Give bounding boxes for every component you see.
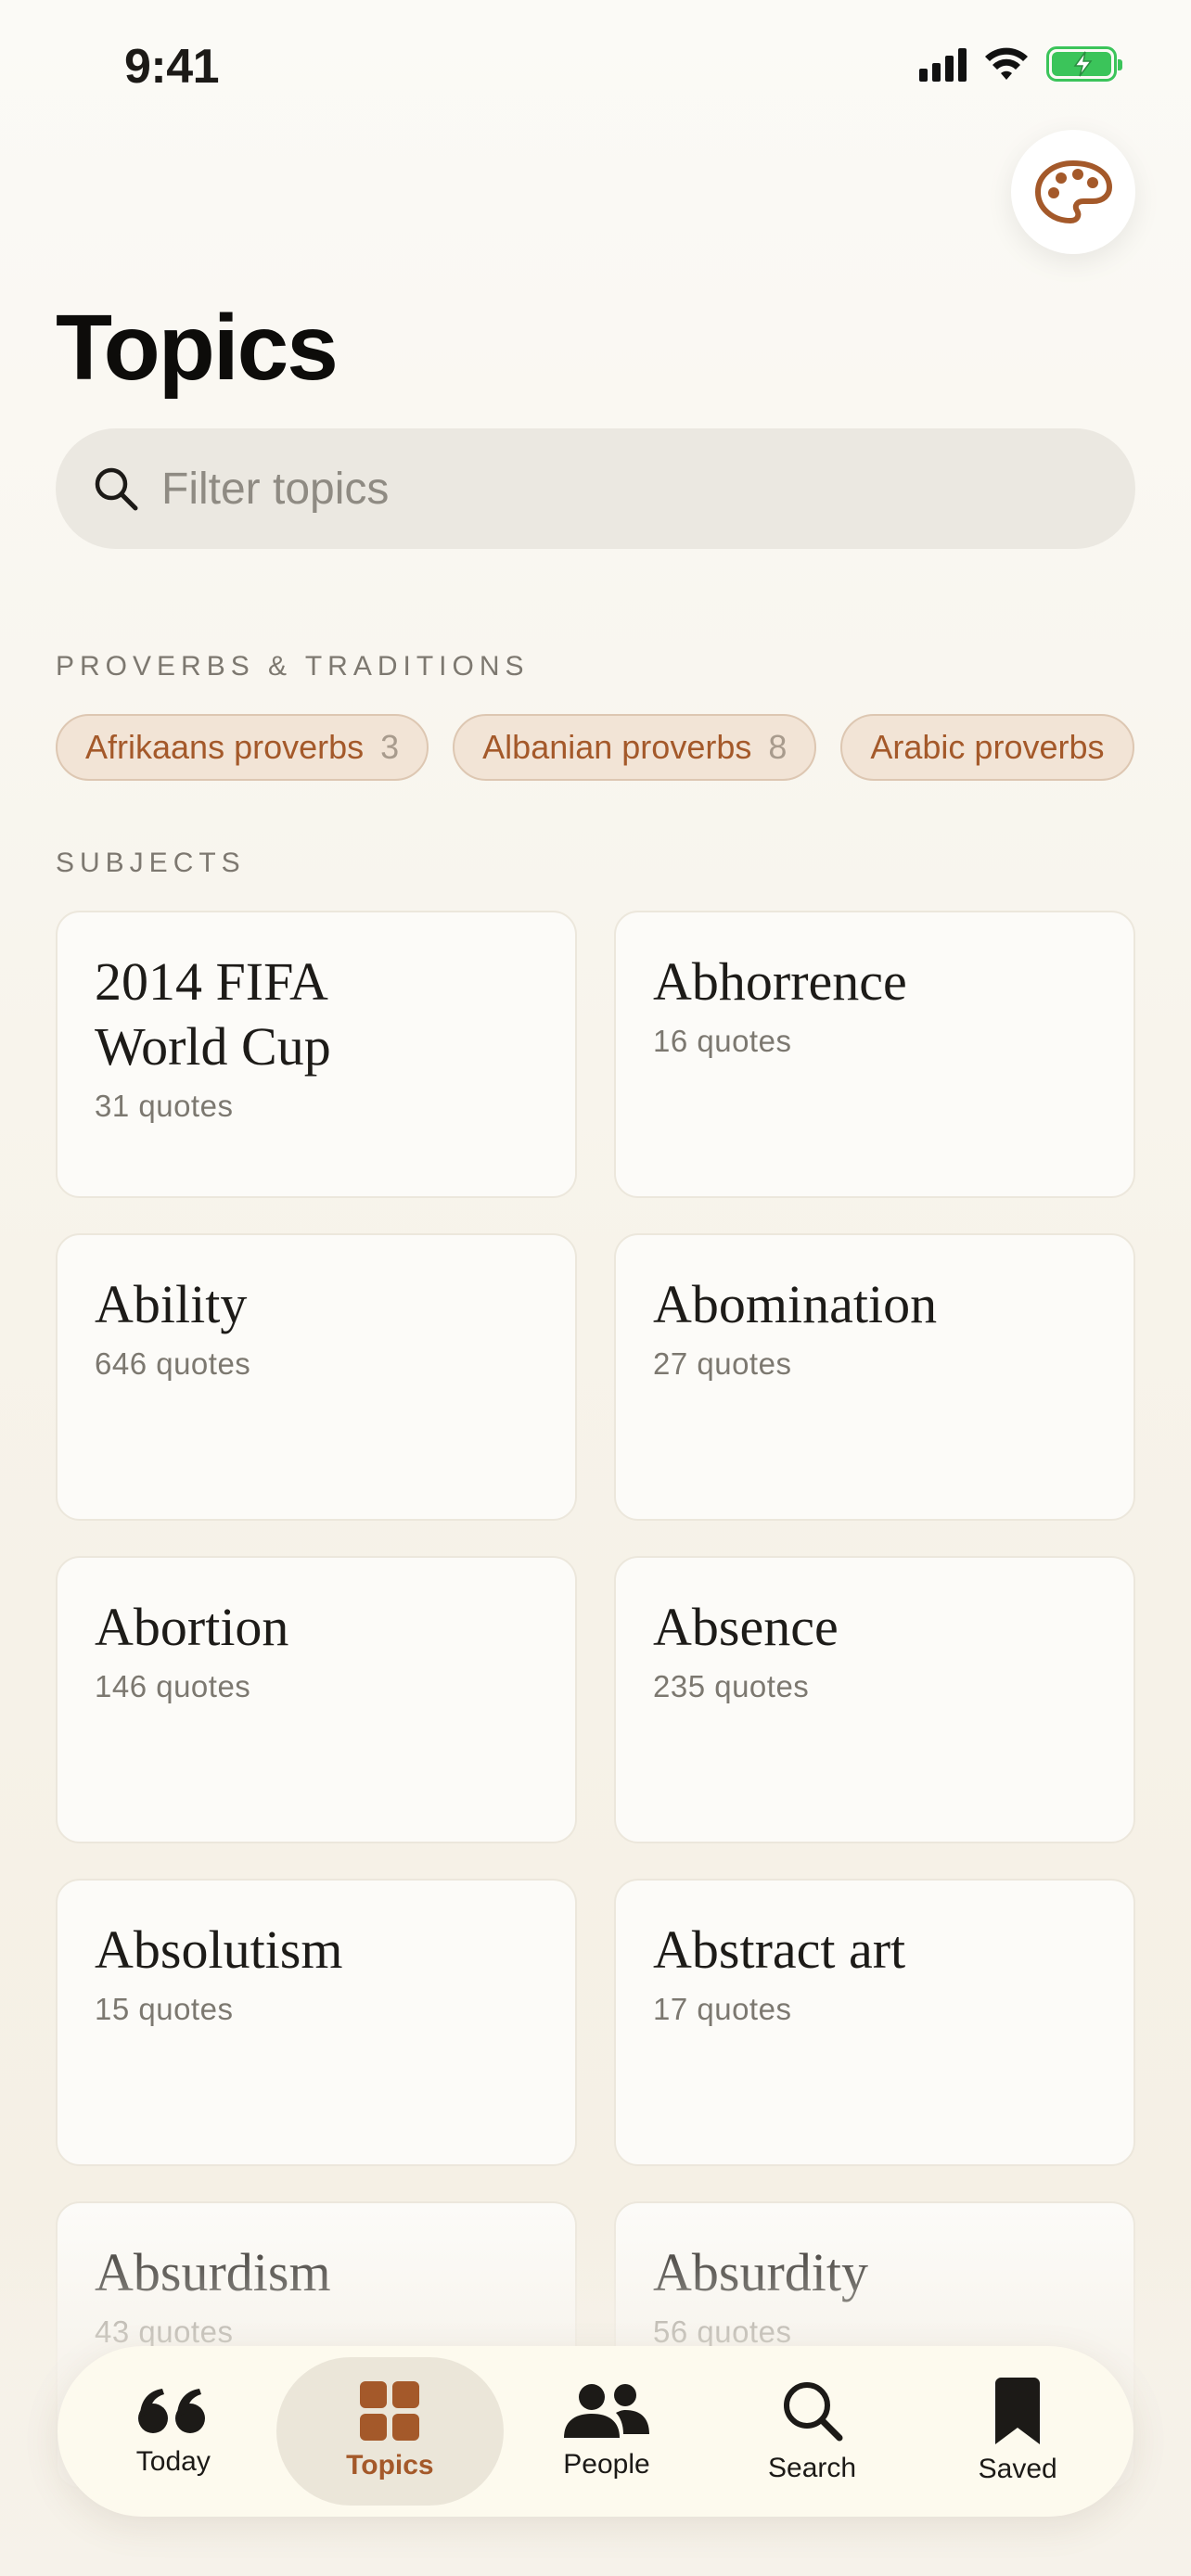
tab-saved[interactable]: Saved	[915, 2357, 1121, 2506]
tab-search[interactable]: Search	[710, 2357, 916, 2506]
topic-name: Absence	[653, 1597, 839, 1657]
topic-count: 146 quotes	[95, 1669, 251, 1703]
tab-today[interactable]: Today	[70, 2357, 276, 2506]
topic-card[interactable]: 2014 FIFA World Cup 31 quotes	[56, 911, 577, 1198]
topic-name: Absolutism	[95, 1919, 343, 1980]
topic-card[interactable]: Absolutism 15 quotes	[56, 1879, 577, 2166]
tab-topics[interactable]: Topics	[275, 2357, 505, 2506]
topic-name: Abstract art	[653, 1919, 906, 1980]
topic-count: 17 quotes	[653, 1992, 792, 2026]
topic-card[interactable]: Absence 235 quotes	[614, 1556, 1135, 1843]
topic-name: Abortion	[95, 1597, 289, 1657]
topic-card[interactable]: Abomination 27 quotes	[614, 1233, 1135, 1521]
topic-count: 16 quotes	[653, 1024, 792, 1058]
topic-name: Abhorrence	[653, 951, 907, 1012]
chip-albanian-proverbs[interactable]: Albanian proverbs 8	[453, 714, 817, 781]
topic-card[interactable]: Abhorrence 16 quotes	[614, 911, 1135, 1198]
battery-icon	[1046, 46, 1122, 82]
tab-people[interactable]: People	[504, 2357, 710, 2506]
theme-palette-button[interactable]	[1011, 130, 1135, 254]
chip-afrikaans-proverbs[interactable]: Afrikaans proverbs 3	[56, 714, 429, 781]
search-icon	[95, 467, 138, 511]
chip-label: Albanian proverbs	[482, 728, 752, 766]
topic-name: Absurdity	[653, 2242, 868, 2302]
status-bar: 9:41	[0, 0, 1191, 130]
topic-count: 31 quotes	[95, 1089, 234, 1123]
chip-count: 3	[380, 728, 400, 766]
grid-icon	[360, 2381, 420, 2441]
palette-icon	[1035, 160, 1112, 223]
wifi-icon	[985, 47, 1028, 80]
tab-label: Topics	[346, 2450, 434, 2480]
topic-name: Absurdism	[95, 2242, 331, 2302]
topic-name: Ability	[95, 1274, 248, 1334]
topic-count: 235 quotes	[653, 1669, 810, 1703]
status-time: 9:41	[124, 40, 220, 94]
chip-label: Afrikaans proverbs	[85, 728, 365, 766]
topic-card[interactable]: Ability 646 quotes	[56, 1233, 577, 1521]
bookmark-icon	[995, 2378, 1041, 2444]
search-icon	[783, 2382, 843, 2442]
people-icon	[563, 2384, 649, 2438]
filter-topics-input[interactable]	[161, 463, 1052, 515]
chip-label: Arabic proverbs	[870, 728, 1105, 766]
topic-card[interactable]: Abortion 146 quotes	[56, 1556, 577, 1843]
chip-count: 8	[768, 728, 788, 766]
topic-name: Abomination	[653, 1274, 938, 1334]
topic-name: 2014 FIFA World Cup	[95, 951, 331, 1077]
chip-arabic-proverbs[interactable]: Arabic proverbs	[840, 714, 1134, 781]
topic-count: 56 quotes	[653, 2315, 792, 2349]
tab-bar: Today Topics People Search Saved	[58, 2346, 1133, 2517]
topic-count: 43 quotes	[95, 2315, 234, 2349]
tab-label: Saved	[978, 2454, 1057, 2484]
section-label-subjects: SUBJECTS	[56, 848, 246, 878]
status-icons	[919, 46, 1122, 82]
tab-label: People	[563, 2449, 650, 2480]
section-label-proverbs: PROVERBS & TRADITIONS	[56, 651, 530, 682]
proverbs-chip-row[interactable]: Afrikaans proverbs 3 Albanian proverbs 8…	[56, 714, 1135, 784]
tab-label: Search	[768, 2453, 857, 2483]
page-title: Topics	[56, 296, 339, 400]
cellular-signal-icon	[919, 46, 967, 82]
filter-search-bar[interactable]	[56, 428, 1135, 549]
quote-icon	[137, 2389, 205, 2433]
topic-card[interactable]: Abstract art 17 quotes	[614, 1879, 1135, 2166]
topic-count: 27 quotes	[653, 1346, 792, 1381]
tab-label: Today	[135, 2446, 211, 2477]
topic-count: 15 quotes	[95, 1992, 234, 2026]
topic-count: 646 quotes	[95, 1346, 251, 1381]
